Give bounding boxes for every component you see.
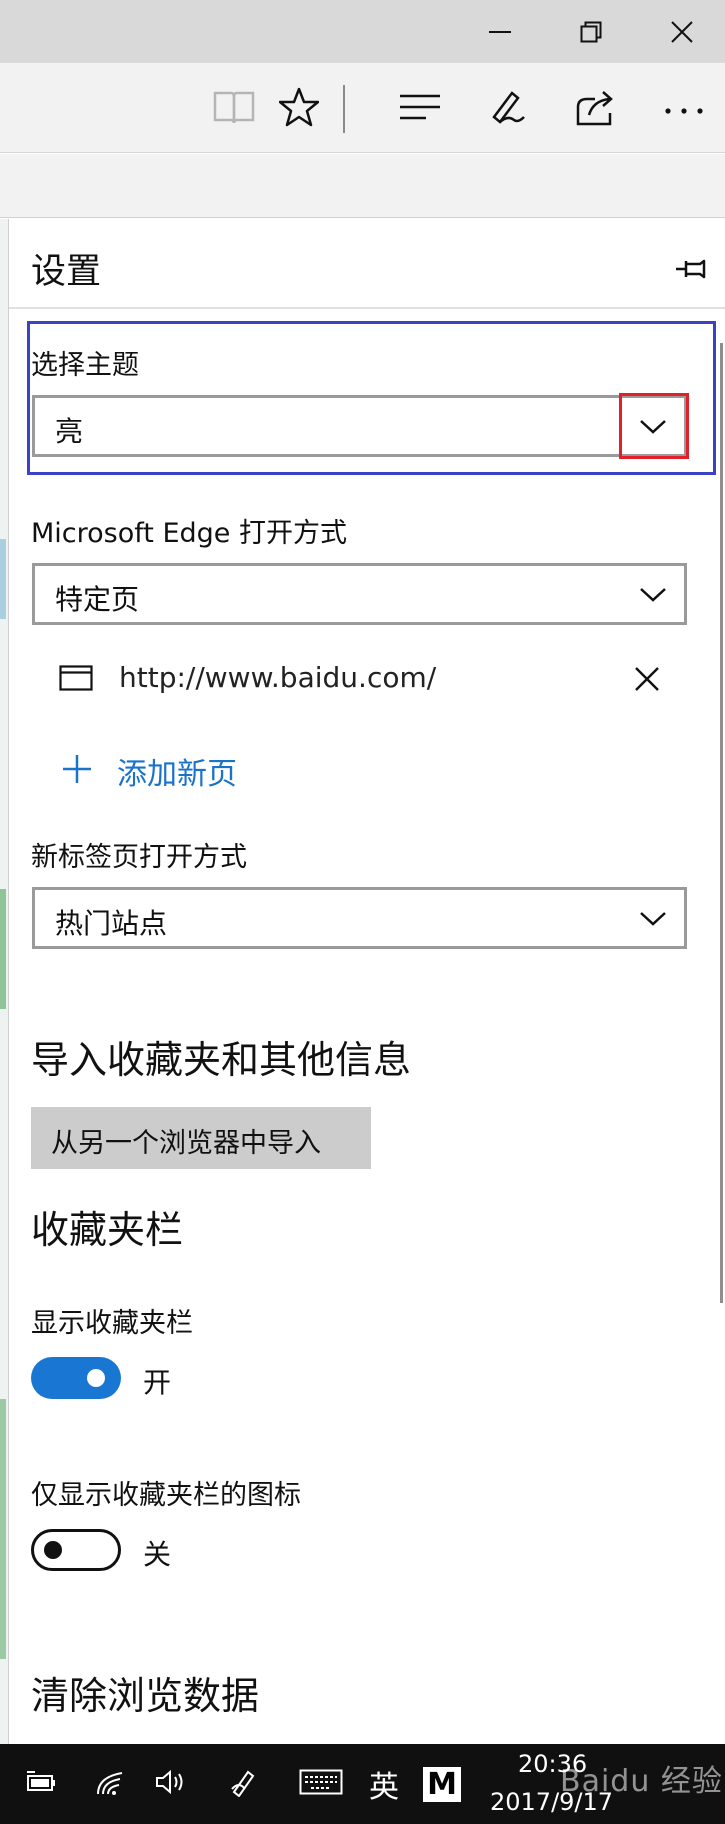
- favorite-star-icon: [278, 87, 320, 131]
- ime-mode: M: [423, 1766, 461, 1802]
- favorites-bar-heading: 收藏夹栏: [31, 1208, 184, 1252]
- add-new-page-label: 添加新页: [117, 757, 237, 792]
- hub-icon: [398, 92, 442, 126]
- new-tab-value: 热门站点: [55, 907, 168, 940]
- icons-only-state: 关: [143, 1538, 172, 1571]
- panel-title: 设置: [31, 252, 102, 292]
- page-icon: [59, 665, 93, 691]
- settings-panel: 设置 选择主题 亮 Microsoft Edge 打开方式 特定页 http:/…: [8, 219, 725, 1744]
- volume-icon: [154, 1768, 186, 1800]
- chevron-down-icon: [640, 588, 666, 602]
- open-with-value: 特定页: [55, 583, 140, 616]
- reading-view-icon: [213, 89, 255, 129]
- pin-icon: [674, 258, 708, 284]
- new-tab-label: 新标签页打开方式: [31, 842, 247, 873]
- web-note-icon: [488, 87, 528, 131]
- open-with-select[interactable]: 特定页: [32, 563, 687, 625]
- scrollbar[interactable]: [720, 343, 723, 1303]
- import-heading: 导入收藏夹和其他信息: [31, 1038, 412, 1082]
- show-favorites-bar-label: 显示收藏夹栏: [31, 1308, 193, 1339]
- reading-view-button[interactable]: [206, 81, 262, 137]
- specific-page-row: http://www.baidu.com/: [31, 649, 691, 709]
- more-icon: [664, 100, 704, 119]
- restore-icon: [580, 21, 602, 43]
- hub-button[interactable]: [392, 81, 448, 137]
- panel-separator: [9, 307, 725, 309]
- icons-only-toggle[interactable]: [31, 1529, 121, 1571]
- share-icon: [575, 87, 617, 131]
- battery-icon: [25, 1770, 59, 1798]
- minimize-icon: [489, 30, 511, 34]
- plus-icon: [63, 755, 91, 783]
- touch-keyboard-button[interactable]: [296, 1760, 346, 1808]
- favorites-bar-strip: [0, 154, 725, 218]
- import-button[interactable]: 从另一个浏览器中导入: [31, 1107, 371, 1169]
- title-bar: [0, 0, 725, 63]
- ime-mode-button[interactable]: M: [420, 1760, 464, 1808]
- specific-page-url[interactable]: http://www.baidu.com/: [119, 661, 436, 694]
- new-tab-select[interactable]: 热门站点: [32, 887, 687, 949]
- volume-button[interactable]: [148, 1760, 192, 1808]
- battery-button[interactable]: [20, 1760, 64, 1808]
- wifi-icon: [95, 1767, 125, 1801]
- highlight-box-blue: [27, 321, 716, 475]
- pin-button[interactable]: [669, 249, 713, 293]
- pen-icon: [229, 1767, 259, 1801]
- network-button[interactable]: [88, 1760, 132, 1808]
- highlight-box-red: [619, 393, 689, 459]
- web-note-button[interactable]: [480, 81, 536, 137]
- restore-button[interactable]: [551, 0, 631, 63]
- show-favorites-bar-toggle[interactable]: [31, 1357, 121, 1399]
- close-icon: [671, 20, 693, 43]
- show-favorites-bar-state: 开: [143, 1366, 172, 1399]
- ime-language: 英: [369, 1770, 399, 1805]
- taskbar: 英 M 20:36 2017/9/17 Baidu 经验: [0, 1744, 725, 1824]
- add-favorite-button[interactable]: [271, 81, 327, 137]
- keyboard-icon: [299, 1769, 343, 1799]
- close-button[interactable]: [642, 0, 722, 63]
- more-button[interactable]: [656, 81, 712, 137]
- minimize-button[interactable]: [460, 0, 540, 63]
- browser-toolbar: [0, 63, 725, 153]
- clear-data-heading: 清除浏览数据: [31, 1674, 260, 1718]
- import-button-label: 从另一个浏览器中导入: [51, 1128, 321, 1159]
- share-button[interactable]: [568, 81, 624, 137]
- pen-workspace-button[interactable]: [222, 1760, 266, 1808]
- watermark: Baidu 经验: [560, 1764, 723, 1799]
- open-with-label: Microsoft Edge 打开方式: [31, 518, 347, 549]
- background-page-edge: [0, 219, 8, 1744]
- chevron-down-icon: [640, 912, 666, 926]
- icons-only-label: 仅显示收藏夹栏的图标: [31, 1480, 301, 1511]
- toolbar-divider: [343, 85, 345, 133]
- ime-language-button[interactable]: 英: [362, 1760, 406, 1808]
- remove-page-icon[interactable]: [631, 663, 663, 695]
